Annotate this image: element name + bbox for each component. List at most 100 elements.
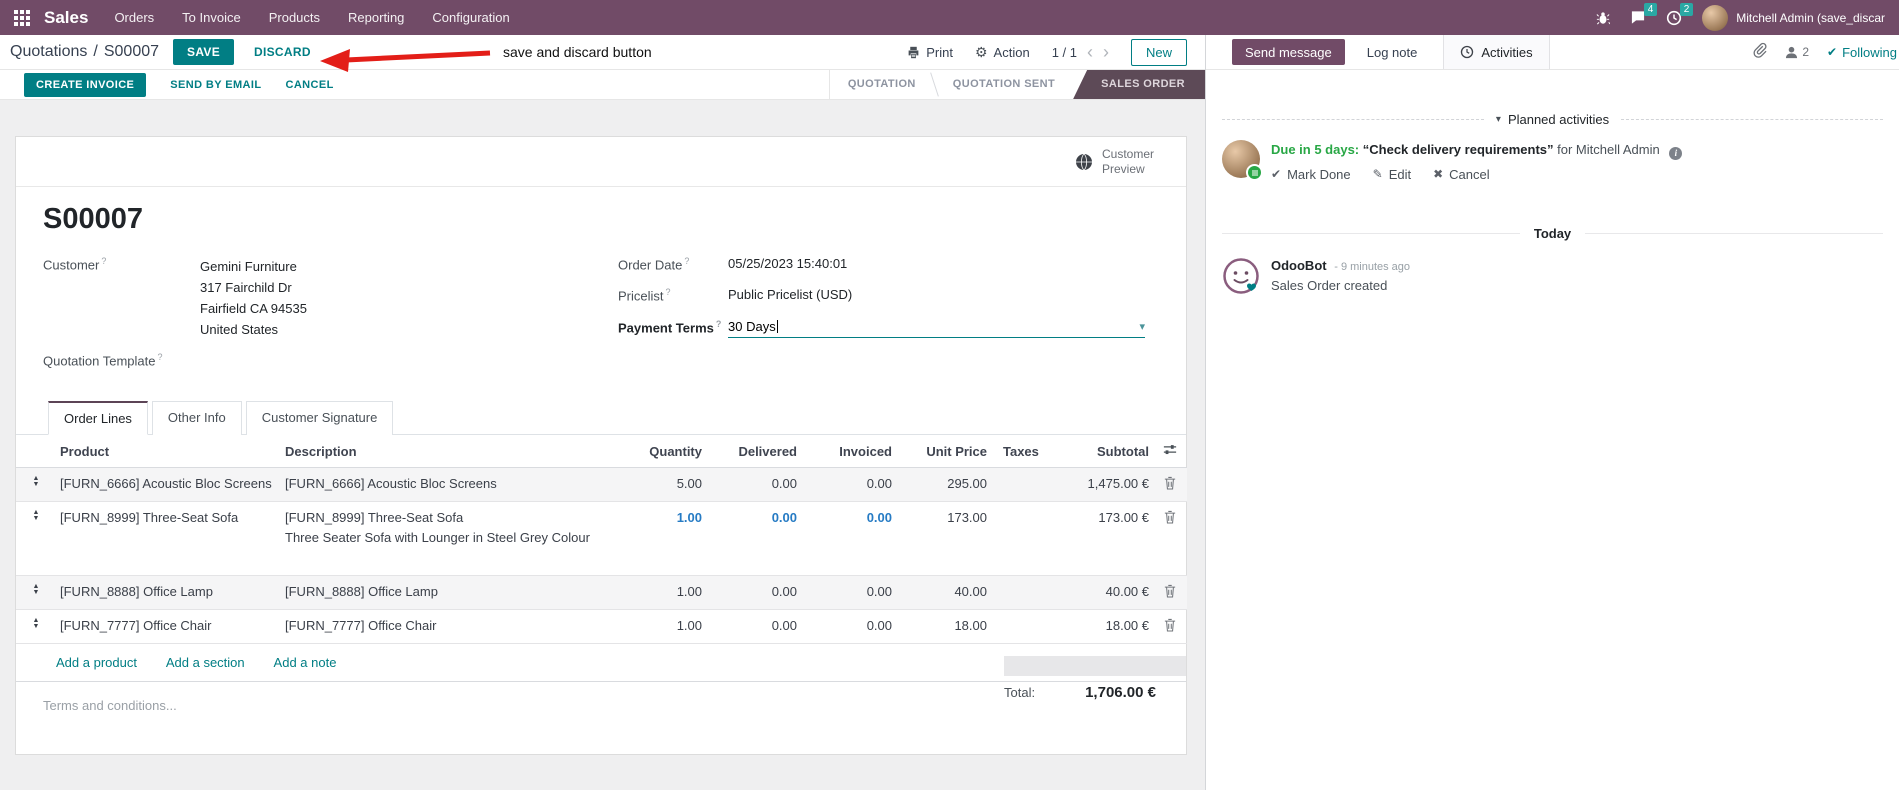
- drag-handle-icon[interactable]: ▲ ▼: [16, 575, 56, 611]
- header-quantity[interactable]: Quantity: [611, 435, 706, 469]
- order-name-title[interactable]: S00007: [43, 203, 1159, 236]
- header-delivered[interactable]: Delivered: [706, 435, 801, 469]
- cell-taxes[interactable]: [991, 609, 1061, 645]
- nav-item-configuration[interactable]: Configuration: [432, 10, 509, 25]
- header-product[interactable]: Product: [56, 435, 281, 469]
- nav-item-orders[interactable]: Orders: [114, 10, 154, 25]
- terms-placeholder[interactable]: Terms and conditions...: [43, 690, 177, 713]
- print-button[interactable]: Print: [907, 45, 953, 60]
- breadcrumb-quotations[interactable]: Quotations: [10, 43, 87, 60]
- log-note-button[interactable]: Log note: [1355, 35, 1430, 69]
- customer-name-link[interactable]: Gemini Furniture: [200, 256, 307, 277]
- activities-clock-icon[interactable]: 2: [1666, 2, 1694, 26]
- pager-next-icon[interactable]: ›: [1103, 43, 1109, 61]
- planned-activities-header[interactable]: ▾ Planned activities: [1222, 112, 1883, 127]
- apps-menu-icon[interactable]: [14, 9, 30, 26]
- cell-product[interactable]: [FURN_7777] Office Chair: [56, 609, 281, 645]
- app-name[interactable]: Sales: [44, 8, 88, 28]
- cell-description[interactable]: [FURN_7777] Office Chair: [281, 609, 611, 645]
- cell-delivered[interactable]: 0.00: [706, 501, 801, 577]
- cell-quantity[interactable]: 1.00: [611, 501, 706, 577]
- nav-item-reporting[interactable]: Reporting: [348, 10, 404, 25]
- nav-item-to-invoice[interactable]: To Invoice: [182, 10, 241, 25]
- tab-customer-signature[interactable]: Customer Signature: [245, 401, 394, 436]
- cell-taxes[interactable]: [991, 501, 1061, 577]
- order-line-row[interactable]: ▲ ▼ [FURN_7777] Office Chair [FURN_7777] …: [16, 609, 1187, 645]
- header-unit-price[interactable]: Unit Price: [896, 435, 991, 469]
- discard-button[interactable]: DISCARD: [254, 45, 311, 59]
- add-section-link[interactable]: Add a section: [166, 655, 245, 670]
- cell-product[interactable]: [FURN_8888] Office Lamp: [56, 575, 281, 611]
- cell-quantity[interactable]: 1.00: [611, 575, 706, 611]
- cell-invoiced[interactable]: 0.00: [801, 609, 896, 645]
- tab-other-info[interactable]: Other Info: [151, 401, 242, 436]
- pager-previous-icon[interactable]: ‹: [1087, 43, 1093, 61]
- dropdown-caret-icon[interactable]: ▾: [1139, 320, 1145, 333]
- debug-bug-icon[interactable]: [1596, 11, 1611, 25]
- drag-handle-icon[interactable]: ▲ ▼: [16, 467, 56, 503]
- cell-invoiced[interactable]: 0.00: [801, 575, 896, 611]
- send-message-button[interactable]: Send message: [1232, 39, 1345, 65]
- nav-item-products[interactable]: Products: [269, 10, 320, 25]
- cell-product[interactable]: [FURN_6666] Acoustic Bloc Screens: [56, 467, 281, 503]
- tab-order-lines[interactable]: Order Lines: [48, 401, 148, 436]
- drag-handle-icon[interactable]: ▲ ▼: [16, 501, 56, 577]
- order-line-row[interactable]: ▲ ▼ [FURN_8999] Three-Seat Sofa [FURN_899…: [16, 501, 1187, 577]
- header-description[interactable]: Description: [281, 435, 611, 469]
- cell-invoiced[interactable]: 0.00: [801, 501, 896, 577]
- cell-delivered[interactable]: 0.00: [706, 575, 801, 611]
- order-line-row[interactable]: ▲ ▼ [FURN_8888] Office Lamp [FURN_8888] O…: [16, 575, 1187, 611]
- new-button[interactable]: New: [1130, 38, 1187, 66]
- cancel-button[interactable]: CANCEL: [285, 79, 333, 91]
- cell-unit-price[interactable]: 18.00: [896, 609, 991, 645]
- delete-line-button[interactable]: [1153, 467, 1187, 503]
- customer-preview-button[interactable]: Customer Preview: [1075, 147, 1164, 177]
- cell-description[interactable]: [FURN_8888] Office Lamp: [281, 575, 611, 611]
- activities-tab[interactable]: Activities: [1443, 35, 1550, 69]
- cancel-activity-button[interactable]: ✖ Cancel: [1433, 167, 1490, 182]
- edit-activity-button[interactable]: ✎ Edit: [1373, 167, 1411, 182]
- drag-handle-icon[interactable]: ▲ ▼: [16, 609, 56, 645]
- following-button[interactable]: ✔ Following: [1827, 45, 1897, 60]
- add-note-link[interactable]: Add a note: [274, 655, 337, 670]
- cell-quantity[interactable]: 1.00: [611, 609, 706, 645]
- stage-quotation-sent[interactable]: QUOTATION SENT: [935, 70, 1073, 99]
- cell-unit-price[interactable]: 295.00: [896, 467, 991, 503]
- followers-button[interactable]: 2: [1785, 45, 1809, 59]
- pricelist-value[interactable]: Public Pricelist (USD): [728, 287, 852, 302]
- message-author[interactable]: OdooBot: [1271, 258, 1327, 273]
- info-icon[interactable]: i: [1669, 146, 1683, 160]
- cell-taxes[interactable]: [991, 575, 1061, 611]
- save-button[interactable]: SAVE: [173, 39, 235, 65]
- odoobot-avatar[interactable]: [1222, 257, 1260, 295]
- header-taxes[interactable]: Taxes: [991, 435, 1061, 469]
- cell-delivered[interactable]: 0.00: [706, 467, 801, 503]
- attachments-button[interactable]: [1752, 42, 1767, 63]
- column-options-button[interactable]: [1153, 435, 1187, 469]
- cell-quantity[interactable]: 5.00: [611, 467, 706, 503]
- payment-terms-input[interactable]: 30 Days ▾: [728, 319, 1145, 338]
- header-subtotal[interactable]: Subtotal: [1061, 435, 1153, 469]
- order-date-value[interactable]: 05/25/2023 15:40:01: [728, 256, 847, 271]
- delete-line-button[interactable]: [1153, 609, 1187, 645]
- action-button[interactable]: ⚙ Action: [975, 44, 1030, 61]
- stage-sales-order[interactable]: SALES ORDER: [1073, 70, 1205, 99]
- cell-delivered[interactable]: 0.00: [706, 609, 801, 645]
- send-by-email-button[interactable]: SEND BY EMAIL: [170, 79, 261, 91]
- cell-taxes[interactable]: [991, 467, 1061, 503]
- create-invoice-button[interactable]: CREATE INVOICE: [24, 72, 147, 97]
- delete-line-button[interactable]: [1153, 575, 1187, 611]
- cell-unit-price[interactable]: 173.00: [896, 501, 991, 577]
- delete-line-button[interactable]: [1153, 501, 1187, 577]
- cell-description[interactable]: [FURN_6666] Acoustic Bloc Screens: [281, 467, 611, 503]
- user-menu[interactable]: Mitchell Admin (save_discar: [1702, 4, 1885, 31]
- header-invoiced[interactable]: Invoiced: [801, 435, 896, 469]
- mark-done-button[interactable]: ✔ Mark Done: [1271, 167, 1351, 182]
- cell-description[interactable]: [FURN_8999] Three-Seat Sofa Three Seater…: [281, 501, 611, 577]
- order-line-row[interactable]: ▲ ▼ [FURN_6666] Acoustic Bloc Screens [FU…: [16, 467, 1187, 503]
- cell-unit-price[interactable]: 40.00: [896, 575, 991, 611]
- messages-icon[interactable]: 4: [1630, 3, 1658, 25]
- cell-product[interactable]: [FURN_8999] Three-Seat Sofa: [56, 501, 281, 577]
- cell-invoiced[interactable]: 0.00: [801, 467, 896, 503]
- stage-quotation[interactable]: QUOTATION: [830, 70, 934, 99]
